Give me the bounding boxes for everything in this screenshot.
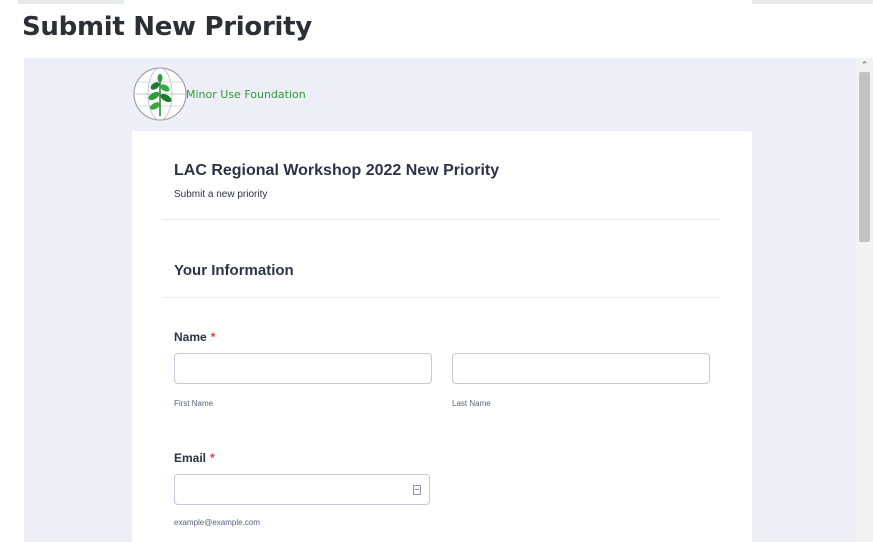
- email-input[interactable]: [174, 474, 430, 505]
- scroll-up-arrow-icon[interactable]: ⌃: [856, 60, 873, 70]
- first-name-input[interactable]: [174, 353, 432, 384]
- section-divider: [162, 297, 720, 298]
- top-strip-right: [752, 0, 873, 4]
- email-label-text: Email: [174, 451, 207, 465]
- logo-text: Minor Use Foundation: [186, 88, 306, 101]
- email-sublabel: example@example.com: [174, 518, 260, 527]
- name-label: Name *: [174, 330, 215, 344]
- form-embed-frame: Minor Use Foundation LAC Regional Worksh…: [24, 58, 856, 542]
- form-title: LAC Regional Workshop 2022 New Priority: [174, 162, 500, 179]
- logo: Minor Use Foundation: [132, 66, 392, 124]
- email-required-mark: *: [210, 451, 215, 465]
- section-title: Your Information: [174, 262, 294, 279]
- email-icon: [413, 485, 421, 495]
- page-title: Submit New Priority: [22, 12, 312, 42]
- scrollbar-thumb[interactable]: [859, 72, 870, 242]
- last-name-input[interactable]: [452, 353, 710, 384]
- header-divider: [162, 219, 720, 220]
- email-label: Email *: [174, 451, 215, 465]
- name-required-mark: *: [210, 330, 216, 344]
- top-strip-left: [18, 0, 124, 4]
- globe-leaf-icon: [133, 67, 187, 121]
- name-label-text: Name: [174, 330, 207, 344]
- scrollbar[interactable]: ⌃: [856, 58, 873, 542]
- form-subtitle: Submit a new priority: [174, 189, 268, 200]
- last-name-sublabel: Last Name: [452, 399, 491, 408]
- first-name-sublabel: First Name: [174, 399, 214, 408]
- form-card: LAC Regional Workshop 2022 New Priority …: [132, 131, 752, 542]
